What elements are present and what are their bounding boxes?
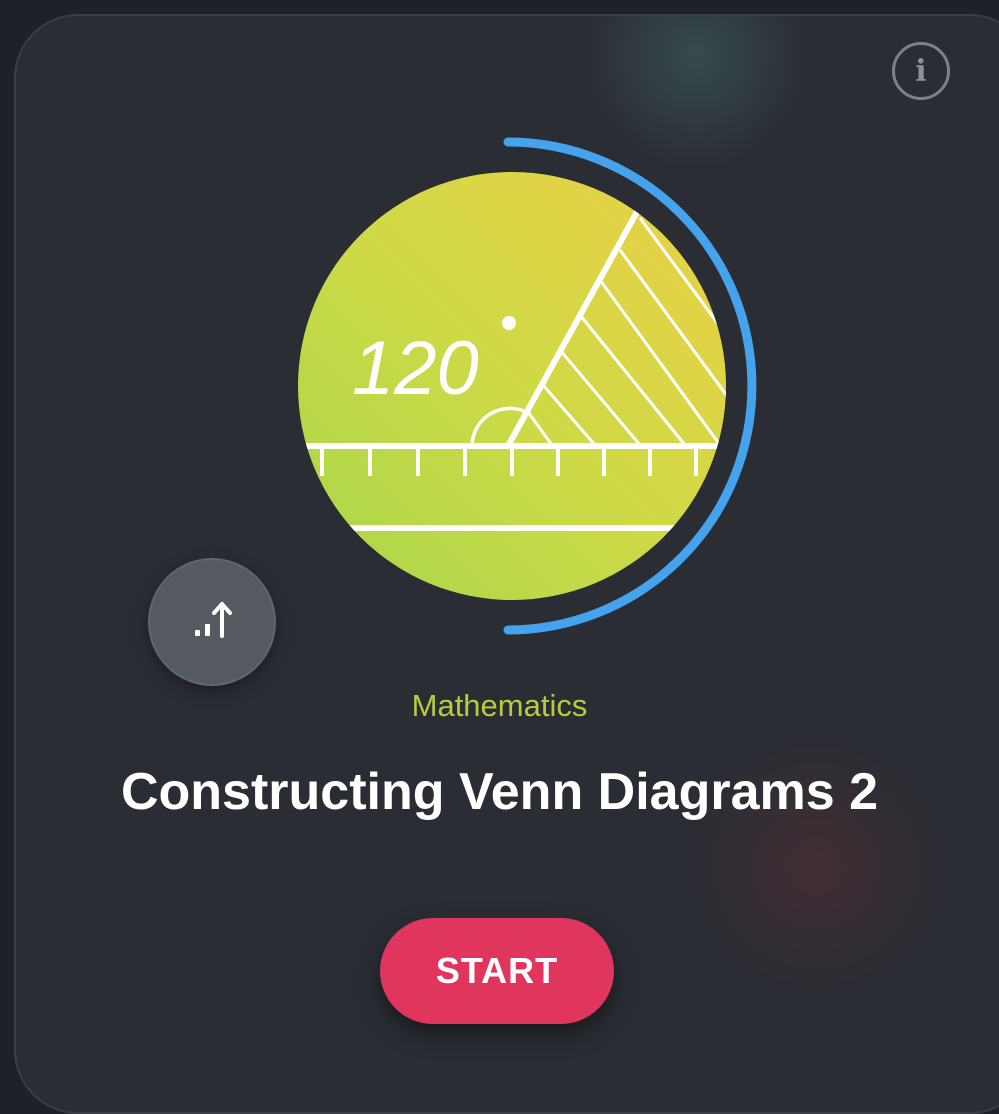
- lesson-illustration: 120: [298, 137, 757, 635]
- level-up-icon: [195, 602, 232, 638]
- info-icon[interactable]: i: [892, 42, 950, 100]
- start-button[interactable]: START: [380, 918, 614, 1024]
- subject-label: Mathematics: [411, 688, 588, 723]
- degree-symbol: [502, 316, 516, 330]
- angle-label: 120: [352, 326, 479, 411]
- info-icon-glyph: i: [915, 53, 927, 89]
- lesson-title: Constructing Venn Diagrams 2: [120, 763, 879, 821]
- level-up-button[interactable]: [148, 558, 276, 686]
